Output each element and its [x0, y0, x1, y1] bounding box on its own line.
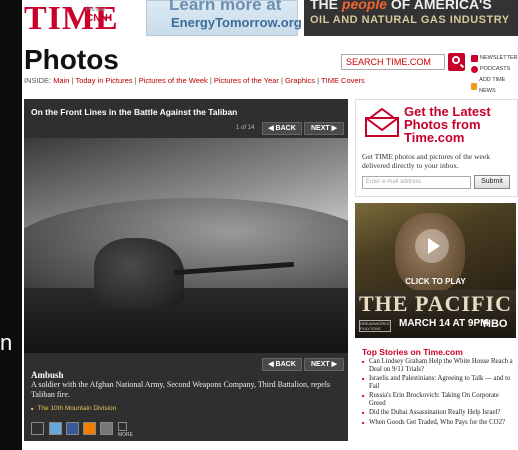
digg-icon[interactable]	[49, 422, 62, 435]
search-button[interactable]	[448, 53, 465, 71]
podcasts-link[interactable]: PODCASTS	[480, 64, 510, 75]
story-link[interactable]: When Goods Get Traded, Who Pays for the …	[362, 419, 514, 427]
caption-title: Ambush	[31, 370, 64, 380]
story-link[interactable]: Did the Dubai Assassination Really Help …	[362, 409, 514, 417]
podcast-icon	[471, 66, 478, 73]
facebook-icon[interactable]	[66, 422, 79, 435]
pacific-date: MARCH 14 AT 9PM	[399, 318, 489, 329]
next-button-top[interactable]: NEXT ▶	[304, 122, 344, 135]
next-button-bottom[interactable]: NEXT ▶	[304, 358, 344, 371]
pacific-ad-banner[interactable]: THE PACIFIC DREAMWORKS PLAYTONE MARCH 14…	[355, 290, 516, 338]
nav-link-graphics[interactable]: Graphics	[285, 76, 315, 85]
nav-link-covers[interactable]: TIME Covers	[321, 76, 365, 85]
gallery-photo[interactable]	[24, 138, 348, 353]
nav-link-week[interactable]: Pictures of the Week	[139, 76, 208, 85]
dreamworks-badge: DREAMWORKS PLAYTONE	[359, 320, 391, 332]
pacific-title: THE PACIFIC	[359, 291, 512, 316]
energy-ad-banner[interactable]: Learn more at EnergyTomorrow.org	[146, 0, 302, 36]
caption-link[interactable]: The 10th Mountain Division	[31, 405, 116, 412]
newsletter-promo: Get the Latest Photos from Time.com Get …	[355, 99, 518, 197]
promo-heading: Get the Latest Photos from Time.com	[404, 104, 491, 145]
back-button-bottom[interactable]: ◀ BACK	[262, 358, 302, 371]
nav-link-year[interactable]: Pictures of the Year	[214, 76, 279, 85]
submit-button[interactable]: Submit	[474, 175, 510, 189]
envelope-icon	[365, 108, 399, 137]
more-plus-icon[interactable]	[118, 422, 127, 431]
oil-ad-line2: OIL AND NATURAL GAS INDUSTRY	[310, 14, 510, 26]
utility-links: NEWSLETTER PODCASTS ADD TIME NEWS	[471, 53, 518, 97]
search-icon	[452, 56, 460, 64]
cnn-logo: CNN	[86, 13, 108, 24]
photo-counter: 1 of 14	[236, 125, 255, 131]
more-label[interactable]: MORE	[118, 432, 133, 438]
click-to-play-label: CLICK TO PLAY	[405, 277, 466, 286]
nav-link-main[interactable]: Main	[53, 76, 69, 85]
energy-ad-line1: Learn more at	[169, 0, 282, 14]
left-edge-glyph: n	[0, 330, 13, 355]
add-news-link[interactable]: ADD TIME NEWS	[479, 75, 518, 97]
nav-link-today[interactable]: Today in Pictures	[75, 76, 132, 85]
play-icon[interactable]	[415, 229, 449, 263]
pacific-video-ad[interactable]: CLICK TO PLAY	[355, 203, 516, 290]
rss-icon	[471, 82, 478, 90]
top-stories-title: Top Stories on Time.com	[362, 347, 463, 357]
page-title: Photos	[24, 44, 119, 75]
oil-gas-ad-banner[interactable]: THE people OF AMERICA'S OIL AND NATURAL …	[304, 0, 518, 36]
email-icon[interactable]	[100, 422, 113, 435]
search-input[interactable]: SEARCH TIME.COM	[341, 54, 445, 70]
left-edge-bar: n	[0, 0, 22, 450]
section-nav: INSIDE: Main | Today in Pictures | Pictu…	[24, 76, 365, 85]
energy-ad-line2: EnergyTomorrow.org	[171, 15, 302, 30]
partner-badge: Partner CNN	[86, 7, 108, 25]
back-button-top[interactable]: ◀ BACK	[262, 122, 302, 135]
promo-text: Get TIME photos and pictures of the week…	[362, 152, 490, 170]
soldier-figure	[94, 238, 184, 308]
story-link[interactable]: Can Lindsey Graham Help the White House …	[362, 358, 514, 373]
top-stories-list: Can Lindsey Graham Help the White House …	[362, 358, 514, 428]
oil-ad-line1: THE people OF AMERICA'S	[310, 0, 492, 12]
email-field[interactable]: Enter e-mail address	[362, 176, 471, 189]
newsletter-link[interactable]: NEWSLETTER	[480, 53, 518, 64]
time-photos-page: n TIME Partner CNN Learn more at EnergyT…	[0, 0, 518, 450]
gallery-title: On the Front Lines in the Battle Against…	[31, 107, 238, 117]
story-link[interactable]: Israelis and Palestinians: Agreeing to T…	[362, 375, 514, 390]
hbo-logo: HBO	[483, 318, 508, 330]
blogger-icon[interactable]	[83, 422, 96, 435]
story-link[interactable]: Russia's Erin Brockovich: Taking On Corp…	[362, 392, 514, 407]
share-icon[interactable]	[31, 422, 44, 435]
caption-text: A soldier with the Afghan National Army,…	[31, 380, 331, 399]
newsletter-icon	[471, 55, 478, 62]
